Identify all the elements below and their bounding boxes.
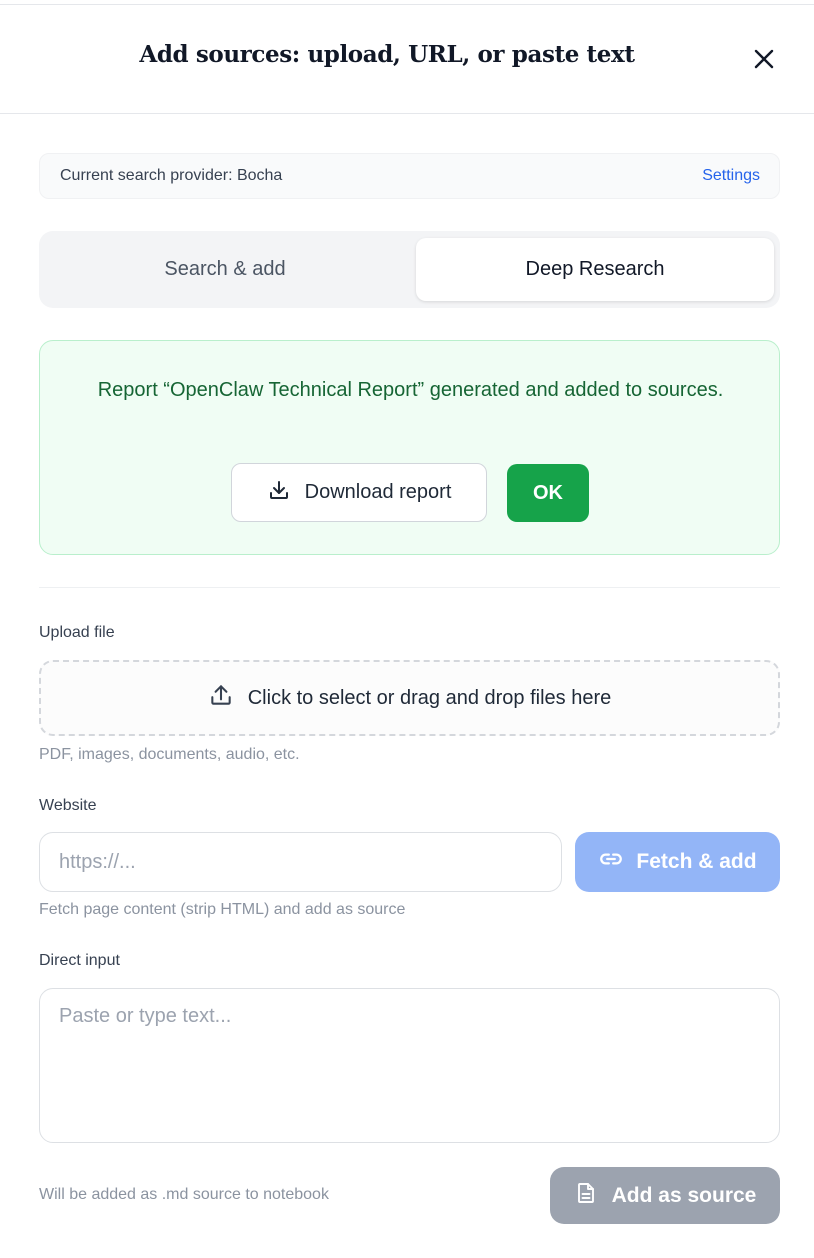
download-report-button[interactable]: Download report bbox=[231, 463, 487, 522]
close-icon bbox=[752, 47, 776, 76]
upload-icon bbox=[208, 682, 234, 714]
settings-link[interactable]: Settings bbox=[702, 167, 760, 185]
website-hint: Fetch page content (strip HTML) and add … bbox=[39, 901, 406, 918]
dialog-header: Add sources: upload, URL, or paste text bbox=[0, 5, 814, 114]
success-message: Report “OpenClaw Technical Report” gener… bbox=[97, 379, 724, 401]
link-icon bbox=[598, 846, 624, 878]
close-button[interactable] bbox=[746, 43, 782, 79]
section-divider bbox=[39, 587, 780, 588]
direct-input-hint: Will be added as .md source to notebook bbox=[39, 1186, 329, 1203]
dropzone-text: Click to select or drag and drop files h… bbox=[247, 686, 612, 709]
document-icon bbox=[574, 1181, 598, 1211]
upload-hint: PDF, images, documents, audio, etc. bbox=[39, 746, 300, 763]
download-icon bbox=[267, 478, 291, 508]
ok-button[interactable]: OK bbox=[507, 464, 589, 522]
direct-input-label: Direct input bbox=[39, 952, 120, 969]
add-as-source-button[interactable]: Add as source bbox=[550, 1167, 780, 1224]
website-label: Website bbox=[39, 797, 97, 814]
tab-deep-research[interactable]: Deep Research bbox=[416, 238, 774, 301]
search-provider-bar: Current search provider: Bocha Settings bbox=[39, 153, 780, 199]
upload-file-label: Upload file bbox=[39, 624, 115, 641]
fetch-add-button[interactable]: Fetch & add bbox=[575, 832, 780, 892]
download-report-label: Download report bbox=[304, 481, 452, 503]
website-url-input[interactable] bbox=[39, 832, 562, 892]
file-dropzone[interactable]: Click to select or drag and drop files h… bbox=[39, 660, 780, 736]
add-as-source-label: Add as source bbox=[611, 1183, 757, 1207]
dialog-title: Add sources: upload, URL, or paste text bbox=[139, 41, 635, 68]
fetch-add-label: Fetch & add bbox=[636, 850, 757, 873]
tab-search-add[interactable]: Search & add bbox=[46, 238, 404, 301]
direct-text-input[interactable] bbox=[39, 988, 780, 1143]
mode-tabs: Search & add Deep Research bbox=[39, 231, 780, 308]
search-provider-text: Current search provider: Bocha bbox=[60, 167, 283, 184]
report-success-panel: Report “OpenClaw Technical Report” gener… bbox=[39, 340, 780, 555]
